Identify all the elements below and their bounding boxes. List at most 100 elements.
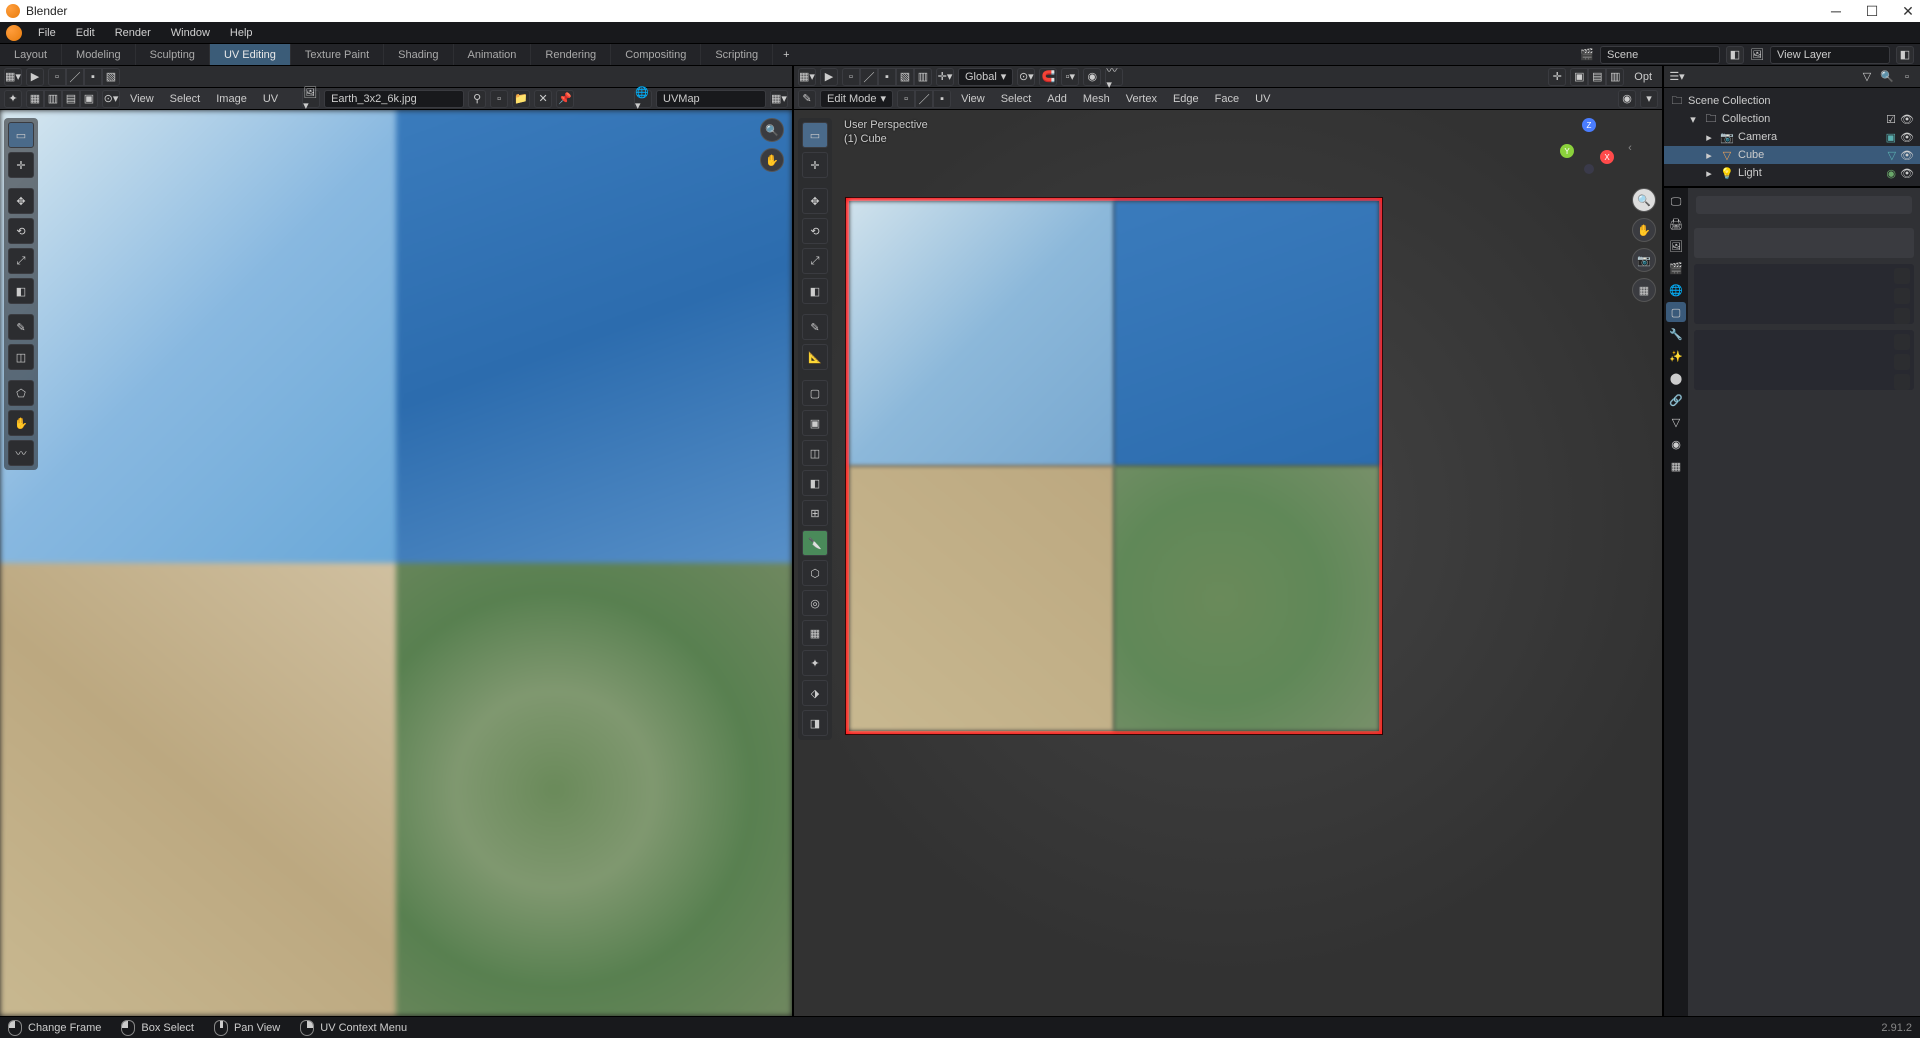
tool-rotate[interactable]: ⟲ <box>8 218 34 244</box>
viewport-3d[interactable]: ▭ ✛ ✥ ⟲ ⤢ ◧ ✎ 📐 ▢ ▣ ◫ ◧ ⊞ 🔪 ⬡ ◎ ▦ <box>794 110 1662 1016</box>
uv-selmode-island[interactable]: ▧ <box>102 68 120 86</box>
tool-cursor[interactable]: ✛ <box>802 152 828 178</box>
options-label[interactable]: Opt <box>1628 71 1658 83</box>
v3d-menu-edge[interactable]: Edge <box>1167 93 1205 105</box>
outliner-tree[interactable]: 🗀 Scene Collection ▾ 🗀 Collection ☑👁 ▸ 📷… <box>1664 88 1920 186</box>
proportional-falloff[interactable]: 〰▾ <box>1105 68 1123 86</box>
ptab-particles[interactable]: ✨ <box>1666 346 1686 366</box>
tool-move[interactable]: ✥ <box>802 188 828 214</box>
tool-pinch[interactable]: 〰 <box>8 440 34 466</box>
mode-icon[interactable]: ✎ <box>798 90 816 108</box>
snap-target[interactable]: ▫▾ <box>1061 68 1079 86</box>
scene-browse-button[interactable]: ◧ <box>1726 46 1744 64</box>
selmode-5[interactable]: ▥ <box>914 68 932 86</box>
tool-polybuild[interactable]: ⬡ <box>802 560 828 586</box>
tool-transform[interactable]: ◧ <box>8 278 34 304</box>
menu-edit[interactable]: Edit <box>68 24 103 42</box>
remove-icon[interactable] <box>1894 354 1910 370</box>
tab-modeling[interactable]: Modeling <box>62 44 136 65</box>
selmode-edge[interactable]: ／ <box>860 68 878 86</box>
ptab-physics[interactable]: ⬤ <box>1666 368 1686 388</box>
tool-extrude[interactable]: ▣ <box>802 410 828 436</box>
tool-edgeslide[interactable]: ✦ <box>802 650 828 676</box>
v3d-editor-type-button[interactable]: ▦▾ <box>798 68 816 86</box>
hide-toggle[interactable]: 👁 <box>1900 149 1914 162</box>
zoom-icon[interactable]: 🔍 <box>760 118 784 142</box>
tool-knife[interactable]: 🔪 <box>802 530 828 556</box>
new-collection-icon[interactable]: ▫ <box>1900 70 1914 84</box>
gizmo-toggle[interactable]: ✛ <box>1548 68 1566 86</box>
image-pin-button[interactable]: ⚲ <box>468 90 486 108</box>
tool-scale[interactable]: ⤢ <box>8 248 34 274</box>
properties-body[interactable] <box>1688 188 1920 1016</box>
tool-annotate[interactable]: ✎ <box>8 314 34 340</box>
uv-show-overlays[interactable]: ▦ <box>26 90 44 108</box>
v3d-orientation-icon[interactable]: ✛▾ <box>936 68 954 86</box>
pan-icon[interactable]: ✋ <box>1632 218 1656 242</box>
ptab-scene[interactable]: 🎬 <box>1666 258 1686 278</box>
uv-channels-button[interactable]: ▦▾ <box>770 90 788 108</box>
close-icon[interactable]: ✕ <box>1902 5 1914 17</box>
tool-rip[interactable]: ◨ <box>802 710 828 736</box>
ptab-world[interactable]: 🌐 <box>1666 280 1686 300</box>
viewlayer-browse-button[interactable]: ◧ <box>1896 46 1914 64</box>
tool-select-box[interactable]: ▭ <box>8 122 34 148</box>
tool-rip[interactable]: ⬠ <box>8 380 34 406</box>
selmode2-face[interactable]: ▪ <box>933 90 951 108</box>
outliner-scene-collection[interactable]: 🗀 Scene Collection <box>1664 92 1920 110</box>
add-workspace-button[interactable]: + <box>773 44 799 65</box>
ptab-data[interactable]: ▽ <box>1666 412 1686 432</box>
tool-scale[interactable]: ⤢ <box>802 248 828 274</box>
axis-y-icon[interactable]: Y <box>1560 144 1574 158</box>
tool-measure[interactable]: 📐 <box>802 344 828 370</box>
tool-grab[interactable]: ✋ <box>8 410 34 436</box>
tab-layout[interactable]: Layout <box>0 44 62 65</box>
selmode-face[interactable]: ▪ <box>878 68 896 86</box>
remove-icon[interactable] <box>1894 288 1910 304</box>
v3d-menu-uv[interactable]: UV <box>1249 93 1276 105</box>
ptab-modifier[interactable]: 🔧 <box>1666 324 1686 344</box>
pan-icon[interactable]: ✋ <box>760 148 784 172</box>
outliner-item-light[interactable]: ▸ 💡 Light ◉👁 <box>1664 164 1920 182</box>
menu-icon[interactable] <box>1894 308 1910 324</box>
proportional-toggle[interactable]: ◉ <box>1083 68 1101 86</box>
tool-cursor[interactable]: ✛ <box>8 152 34 178</box>
v3d-menu-vertex[interactable]: Vertex <box>1120 93 1163 105</box>
axis-x-icon[interactable]: X <box>1600 150 1614 164</box>
navigation-gizmo[interactable]: Z Y X <box>1560 118 1620 178</box>
tool-transform[interactable]: ◧ <box>802 278 828 304</box>
prop-panel-2[interactable] <box>1694 330 1914 390</box>
outliner-icon[interactable]: ☰▾ <box>1670 70 1684 84</box>
selmode-xray[interactable]: ▧ <box>896 68 914 86</box>
hide-toggle[interactable]: 👁 <box>1900 113 1914 126</box>
image-unlink-button[interactable]: ✕ <box>534 90 552 108</box>
ptab-material[interactable]: ◉ <box>1666 434 1686 454</box>
tab-uv-editing[interactable]: UV Editing <box>210 44 291 65</box>
outliner-item-cube[interactable]: ▸ ▽ Cube ▽👁 <box>1664 146 1920 164</box>
selmode2-edge[interactable]: ／ <box>915 90 933 108</box>
ptab-constraints[interactable]: 🔗 <box>1666 390 1686 410</box>
uv-pivot-button[interactable]: ⊙▾ <box>102 90 120 108</box>
tool-shrink[interactable]: ⬗ <box>802 680 828 706</box>
overlay-2[interactable]: ▤ <box>1588 68 1606 86</box>
uv-menu-image[interactable]: Image <box>210 93 253 105</box>
uv-selmode-vertex[interactable]: ▫ <box>48 68 66 86</box>
prop-search[interactable] <box>1696 196 1912 214</box>
tab-scripting[interactable]: Scripting <box>701 44 773 65</box>
tab-sculpting[interactable]: Sculpting <box>136 44 210 65</box>
ptab-viewlayer[interactable]: 🖼 <box>1666 236 1686 256</box>
zoom-icon[interactable]: 🔍 <box>1632 188 1656 212</box>
ptab-output[interactable]: 🖨 <box>1666 214 1686 234</box>
v3d-menu-add[interactable]: Add <box>1041 93 1073 105</box>
menu-render[interactable]: Render <box>107 24 159 42</box>
maximize-icon[interactable]: ☐ <box>1866 5 1878 17</box>
sidebar-toggle[interactable]: ‹ <box>1624 118 1636 178</box>
mode-dropdown[interactable]: Edit Mode▾ <box>820 90 893 108</box>
uv-show-grid[interactable]: ▥ <box>44 90 62 108</box>
image-pin2-button[interactable]: 📌 <box>556 90 574 108</box>
v3d-menu-select[interactable]: Select <box>995 93 1038 105</box>
uv-show-stretch[interactable]: ▤ <box>62 90 80 108</box>
tool-annotate[interactable]: ✎ <box>802 314 828 340</box>
tool-smooth[interactable]: ▦ <box>802 620 828 646</box>
v3d-menu-mesh[interactable]: Mesh <box>1077 93 1116 105</box>
